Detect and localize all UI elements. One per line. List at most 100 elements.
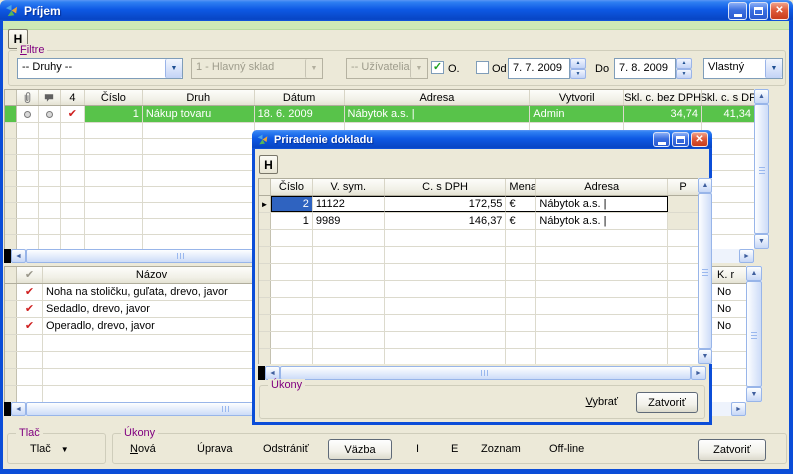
- paperclip-icon: [22, 91, 33, 104]
- range-combo[interactable]: Vlastný ▼: [703, 58, 783, 79]
- vytvoril-column-header[interactable]: Vytvoril: [530, 90, 624, 105]
- scroll-left-icon[interactable]: ◄: [11, 249, 26, 263]
- i-button[interactable]: I: [416, 443, 419, 455]
- minimize-icon[interactable]: [728, 2, 747, 20]
- count-column-header[interactable]: 4: [61, 90, 85, 105]
- druhy-combo[interactable]: -- Druhy -- ▼: [17, 58, 183, 79]
- hscroll-thumb[interactable]: [280, 366, 691, 380]
- cell-skl-s: 41,34: [702, 106, 754, 122]
- main-titlebar[interactable]: Príjem ✕: [0, 0, 793, 21]
- item-kr: No: [712, 301, 746, 317]
- offline-button[interactable]: Off-line: [549, 443, 584, 455]
- cell-druh: Nákup tovaru: [143, 106, 255, 122]
- cell-p: [668, 213, 698, 229]
- cell-cislo: 1: [85, 106, 143, 122]
- dialog-titlebar[interactable]: Priradenie dokladu ✕: [252, 130, 712, 149]
- zatvorit-button[interactable]: Zatvoriť: [698, 439, 766, 461]
- scroll-right-icon[interactable]: ►: [691, 366, 706, 380]
- scroll-right-icon[interactable]: ►: [739, 249, 754, 263]
- nazov-column-header[interactable]: Názov: [43, 267, 261, 283]
- chevron-down-icon: ▼: [410, 59, 427, 78]
- date-to-spinner[interactable]: ▲▼: [676, 58, 692, 79]
- od-checkbox[interactable]: [476, 61, 489, 74]
- vscroll-thumb[interactable]: [754, 104, 769, 234]
- date-from-spinner[interactable]: ▲▼: [570, 58, 586, 79]
- date-to-field[interactable]: 7. 8. 2009: [614, 58, 676, 79]
- nova-button[interactable]: Nová: [130, 443, 156, 455]
- scroll-up-icon[interactable]: ▲: [746, 266, 762, 281]
- scroll-right-icon[interactable]: ►: [731, 402, 746, 416]
- tlac-group-label: Tlač: [16, 427, 43, 439]
- dialog-zatvorit-button[interactable]: Zatvoriť: [636, 392, 698, 413]
- e-button[interactable]: E: [451, 443, 458, 455]
- items-vscrollbar[interactable]: ▲ ▼: [746, 266, 762, 402]
- cdph-column-header[interactable]: C. s DPH: [385, 179, 507, 195]
- scroll-down-icon[interactable]: ▼: [698, 349, 712, 364]
- uprava-button[interactable]: Úprava: [197, 443, 232, 455]
- cislo-column-header[interactable]: Číslo: [85, 90, 143, 105]
- p-column-header[interactable]: P: [668, 179, 698, 195]
- scroll-up-icon[interactable]: ▲: [754, 89, 769, 104]
- dialog-hscrollbar[interactable]: ◄ ►: [258, 366, 706, 380]
- date-from-field[interactable]: 7. 7. 2009: [508, 58, 570, 79]
- scroll-up-icon[interactable]: ▲: [698, 178, 712, 193]
- cell-adresa: Nábytok a.s. |: [536, 196, 668, 212]
- dialog-help-button[interactable]: H: [259, 155, 278, 174]
- check-column-header[interactable]: ✔: [17, 267, 43, 283]
- cislo-column-header[interactable]: Číslo: [271, 179, 313, 195]
- adresa-column-header[interactable]: Adresa: [536, 179, 668, 195]
- cell-adresa: Nábytok a.s. |: [345, 106, 531, 122]
- dialog-title: Priradenie dokladu: [274, 134, 373, 146]
- mena-column-header[interactable]: Mena: [506, 179, 536, 195]
- kr-column-header[interactable]: K. r: [712, 267, 746, 283]
- row-pointer: ►: [259, 196, 271, 212]
- grid-empty-row: [259, 298, 698, 315]
- chevron-down-icon: ▼: [305, 59, 322, 78]
- attachment-column-header[interactable]: [17, 90, 39, 105]
- grid-empty-row: [259, 247, 698, 264]
- vscroll-thumb[interactable]: [698, 193, 712, 349]
- zoznam-button[interactable]: Zoznam: [481, 443, 521, 455]
- druh-column-header[interactable]: Druh: [143, 90, 255, 105]
- skl-bez-dph-column-header[interactable]: Skl. c. bez DPH: [624, 90, 702, 105]
- documents-vscrollbar[interactable]: ▲ ▼: [754, 89, 769, 249]
- scrollbar-mark: [4, 402, 11, 416]
- minimize-icon[interactable]: [653, 132, 670, 147]
- dialog-row-selected[interactable]: ► 2 11122 172,55 € Nábytok a.s. |: [259, 196, 698, 213]
- tlac-groupbox: Tlač Tlač▼: [7, 433, 106, 464]
- check-icon: ✔: [25, 270, 34, 281]
- chevron-down-icon[interactable]: ▼: [165, 59, 182, 78]
- checkmark-icon: ✓: [433, 62, 442, 73]
- close-icon[interactable]: ✕: [770, 2, 789, 20]
- datum-column-header[interactable]: Dátum: [255, 90, 345, 105]
- dialog-ukony-groupbox: Úkony Vybrať Zatvoriť: [259, 385, 705, 419]
- window-border-bottom: [0, 469, 793, 474]
- odstranit-button[interactable]: Odstrániť: [263, 443, 309, 455]
- dialog-vscrollbar[interactable]: ▲ ▼: [698, 178, 712, 364]
- skl-s-dph-column-header[interactable]: Skl. c. s DP: [702, 90, 754, 105]
- chevron-down-icon[interactable]: ▼: [765, 59, 782, 78]
- vscroll-thumb[interactable]: [746, 281, 762, 387]
- scrollbar-mark: [4, 249, 11, 263]
- vsym-column-header[interactable]: V. sym.: [313, 179, 385, 195]
- adresa-column-header[interactable]: Adresa: [345, 90, 531, 105]
- scroll-left-icon[interactable]: ◄: [265, 366, 280, 380]
- maximize-icon[interactable]: [749, 2, 768, 20]
- vybrat-button[interactable]: Vybrať: [586, 396, 618, 408]
- spin-down-icon: ▼: [570, 69, 586, 80]
- scroll-down-icon[interactable]: ▼: [746, 387, 762, 402]
- tlac-button[interactable]: Tlač▼: [30, 443, 69, 455]
- scroll-left-icon[interactable]: ◄: [11, 402, 26, 416]
- note-column-header[interactable]: [39, 90, 61, 105]
- dialog-grid-header[interactable]: Číslo V. sym. C. s DPH Mena Adresa P: [259, 179, 698, 196]
- cell-vsym: 11122: [313, 196, 385, 212]
- close-icon[interactable]: ✕: [691, 132, 708, 147]
- item-kr: No: [712, 284, 746, 300]
- scroll-down-icon[interactable]: ▼: [754, 234, 769, 249]
- document-row-selected[interactable]: ✔ 1 Nákup tovaru 18. 6. 2009 Nábytok a.s…: [5, 106, 754, 123]
- maximize-icon[interactable]: [672, 132, 689, 147]
- o-checkbox[interactable]: ✓: [431, 61, 444, 74]
- vazba-button[interactable]: Väzba: [328, 439, 392, 460]
- documents-grid-header[interactable]: 4 Číslo Druh Dátum Adresa Vytvoril Skl. …: [5, 90, 754, 106]
- dialog-row[interactable]: 1 9989 146,37 € Nábytok a.s. |: [259, 213, 698, 230]
